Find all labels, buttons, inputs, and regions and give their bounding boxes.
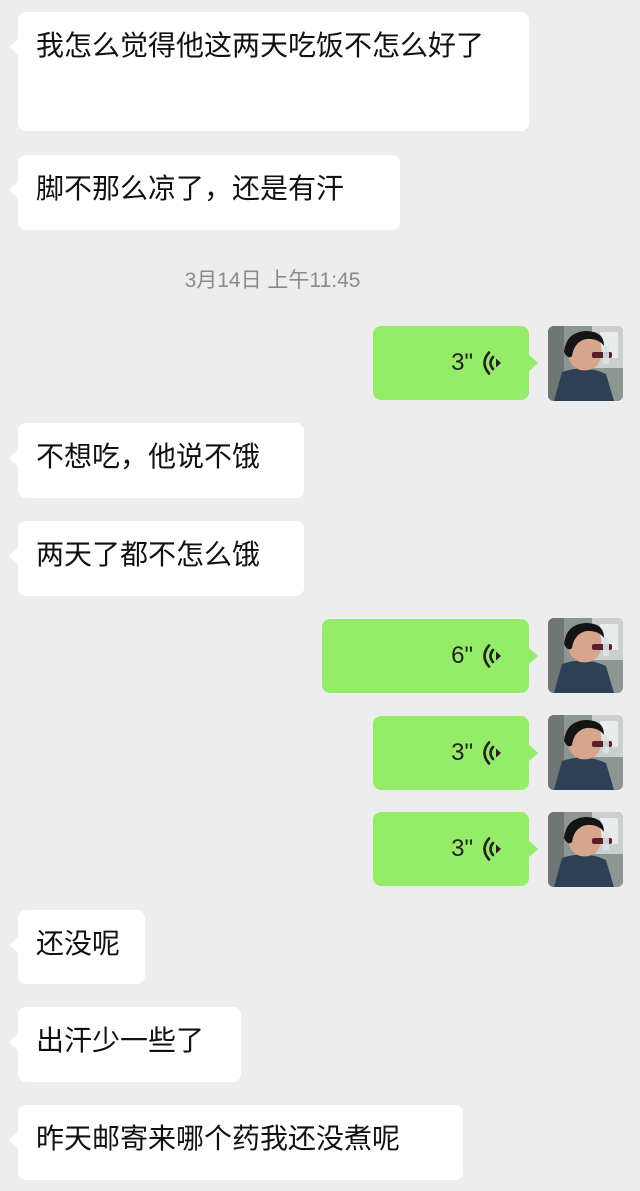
voice-wave-icon <box>481 349 503 377</box>
message-text: 脚不那么凉了，还是有汗 <box>36 172 345 205</box>
avatar-image <box>548 715 623 790</box>
incoming-message-bubble[interactable]: 我怎么觉得他这两天吃饭不怎么好了 <box>9 12 529 131</box>
voice-message-bubble[interactable]: 6" <box>322 619 538 693</box>
voice-duration: 3" <box>451 835 473 862</box>
avatar-image <box>548 326 623 401</box>
message-text: 昨天邮寄来哪个药我还没煮呢 <box>36 1122 401 1155</box>
incoming-message-bubble[interactable]: 昨天邮寄来哪个药我还没煮呢 <box>9 1105 463 1180</box>
sender-avatar[interactable] <box>548 715 623 790</box>
sender-avatar[interactable] <box>548 326 623 401</box>
voice-message-content: 3" <box>451 716 503 790</box>
chat-timestamp: 3月14日 上午11:45 <box>184 269 361 292</box>
incoming-message-bubble[interactable]: 出汗少一些了 <box>9 1007 241 1082</box>
voice-duration: 3" <box>451 739 473 766</box>
message-text: 出汗少一些了 <box>36 1024 205 1057</box>
voice-wave-icon <box>481 739 503 767</box>
voice-duration: 3" <box>451 349 473 376</box>
message-text: 不想吃，他说不饿 <box>36 440 261 473</box>
incoming-message-bubble[interactable]: 还没呢 <box>9 910 145 984</box>
voice-duration: 6" <box>451 642 473 669</box>
voice-wave-icon <box>481 642 503 670</box>
voice-wave-icon <box>481 835 503 863</box>
voice-message-content: 3" <box>451 812 503 886</box>
voice-message-bubble[interactable]: 3" <box>373 812 538 886</box>
incoming-message-bubble[interactable]: 不想吃，他说不饿 <box>9 423 304 498</box>
incoming-message-bubble[interactable]: 两天了都不怎么饿 <box>9 521 304 596</box>
incoming-message-bubble[interactable]: 脚不那么凉了，还是有汗 <box>9 155 400 230</box>
voice-message-content: 3" <box>451 326 503 400</box>
voice-message-bubble[interactable]: 3" <box>373 326 538 400</box>
voice-message-content: 6" <box>451 619 503 693</box>
sender-avatar[interactable] <box>548 618 623 693</box>
message-text: 我怎么觉得他这两天吃饭不怎么好了 <box>36 29 485 62</box>
message-text: 两天了都不怎么饿 <box>36 538 261 571</box>
voice-message-bubble[interactable]: 3" <box>373 716 538 790</box>
avatar-image <box>548 618 623 693</box>
avatar-image <box>548 812 623 887</box>
message-text: 还没呢 <box>36 927 121 960</box>
sender-avatar[interactable] <box>548 812 623 887</box>
